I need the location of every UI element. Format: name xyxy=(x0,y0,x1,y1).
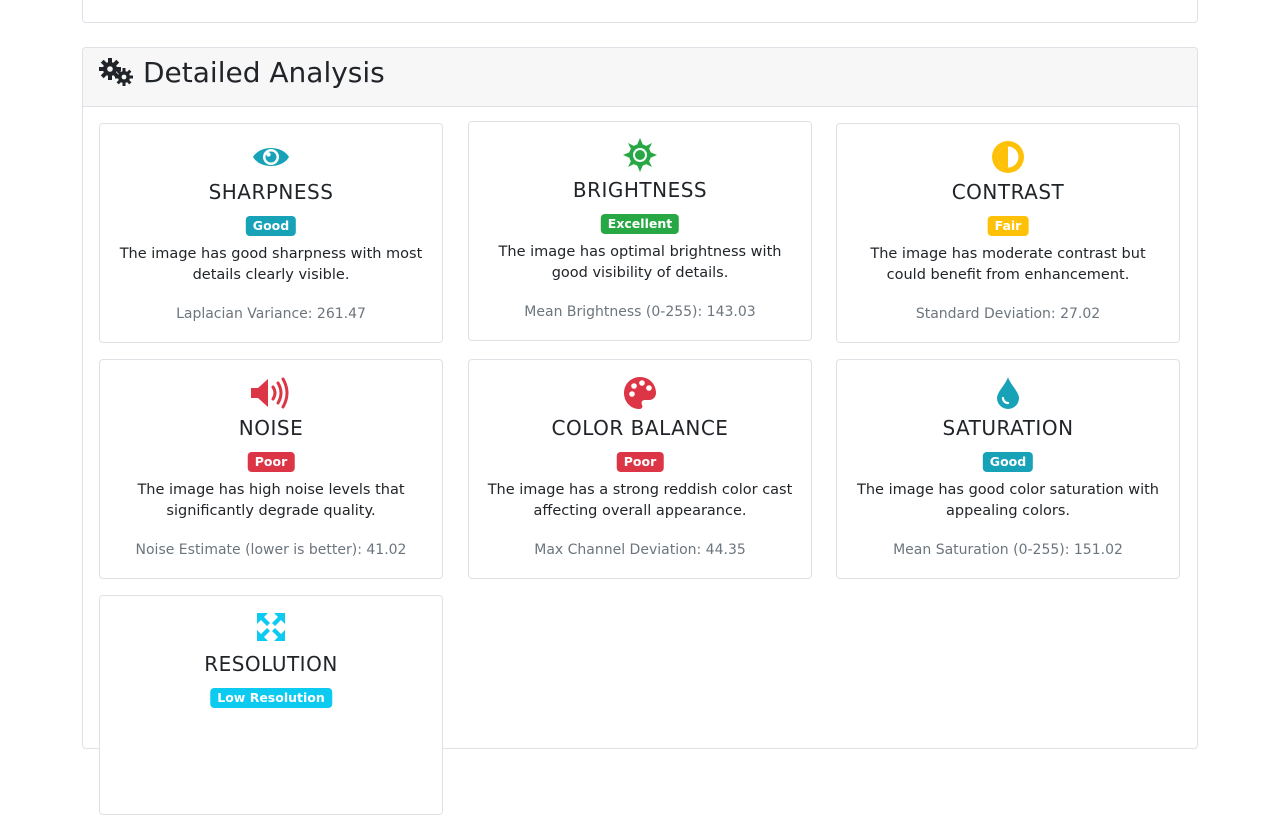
eye-icon xyxy=(253,148,289,166)
card-metric: Standard Deviation: 27.02 xyxy=(915,306,1101,322)
status-badge: Poor xyxy=(247,452,295,472)
sharpness-card: SHARPNESS Good The image has good sharpn… xyxy=(99,123,443,343)
card-title: RESOLUTION xyxy=(204,652,338,676)
card-metric: Max Channel Deviation: 44.35 xyxy=(534,542,746,558)
card-description: The image has good sharpness with most d… xyxy=(119,246,423,283)
panel-header: Detailed Analysis xyxy=(83,48,1197,107)
resolution-card: RESOLUTION Low Resolution xyxy=(99,595,443,815)
adjust-icon xyxy=(992,141,1024,173)
previous-section-card xyxy=(82,0,1198,23)
saturation-card: SATURATION Good The image has good color… xyxy=(836,359,1180,579)
status-badge: Low Resolution xyxy=(210,688,332,708)
contrast-card: CONTRAST Fair The image has moderate con… xyxy=(836,123,1180,343)
card-description: The image has good color saturation with… xyxy=(857,482,1159,519)
noise-card: NOISE Poor The image has high noise leve… xyxy=(99,359,443,579)
sun-icon xyxy=(623,138,657,172)
card-description: The image has optimal brightness with go… xyxy=(498,244,782,281)
card-description: The image has moderate contrast but coul… xyxy=(870,246,1146,283)
card-metric: Mean Brightness (0-255): 143.03 xyxy=(524,304,756,320)
status-badge: Good xyxy=(245,216,297,236)
gears-icon xyxy=(99,58,133,86)
tint-icon xyxy=(997,377,1019,409)
status-badge: Good xyxy=(982,452,1034,472)
status-badge: Fair xyxy=(987,216,1029,236)
card-metric: Mean Saturation (0-255): 151.02 xyxy=(893,542,1123,558)
card-title: SHARPNESS xyxy=(208,180,334,204)
brightness-card: BRIGHTNESS Excellent The image has optim… xyxy=(468,121,812,341)
color-balance-card: COLOR BALANCE Poor The image has a stron… xyxy=(468,359,812,579)
status-badge: Poor xyxy=(616,452,664,472)
card-title: SATURATION xyxy=(942,416,1074,440)
volume-up-icon xyxy=(251,377,289,409)
card-metric: Noise Estimate (lower is better): 41.02 xyxy=(135,542,407,558)
expand-arrows-icon xyxy=(257,613,285,641)
palette-icon xyxy=(624,377,656,409)
page-title: Detailed Analysis xyxy=(143,56,385,89)
card-metric: Laplacian Variance: 261.47 xyxy=(176,306,366,322)
card-description: The image has high noise levels that sig… xyxy=(137,482,405,519)
card-title: NOISE xyxy=(238,416,304,440)
card-title: CONTRAST xyxy=(951,180,1065,204)
card-title: COLOR BALANCE xyxy=(551,416,729,440)
card-title: BRIGHTNESS xyxy=(572,178,708,202)
card-description: The image has a strong reddish color cas… xyxy=(487,482,793,519)
status-badge: Excellent xyxy=(600,214,680,234)
